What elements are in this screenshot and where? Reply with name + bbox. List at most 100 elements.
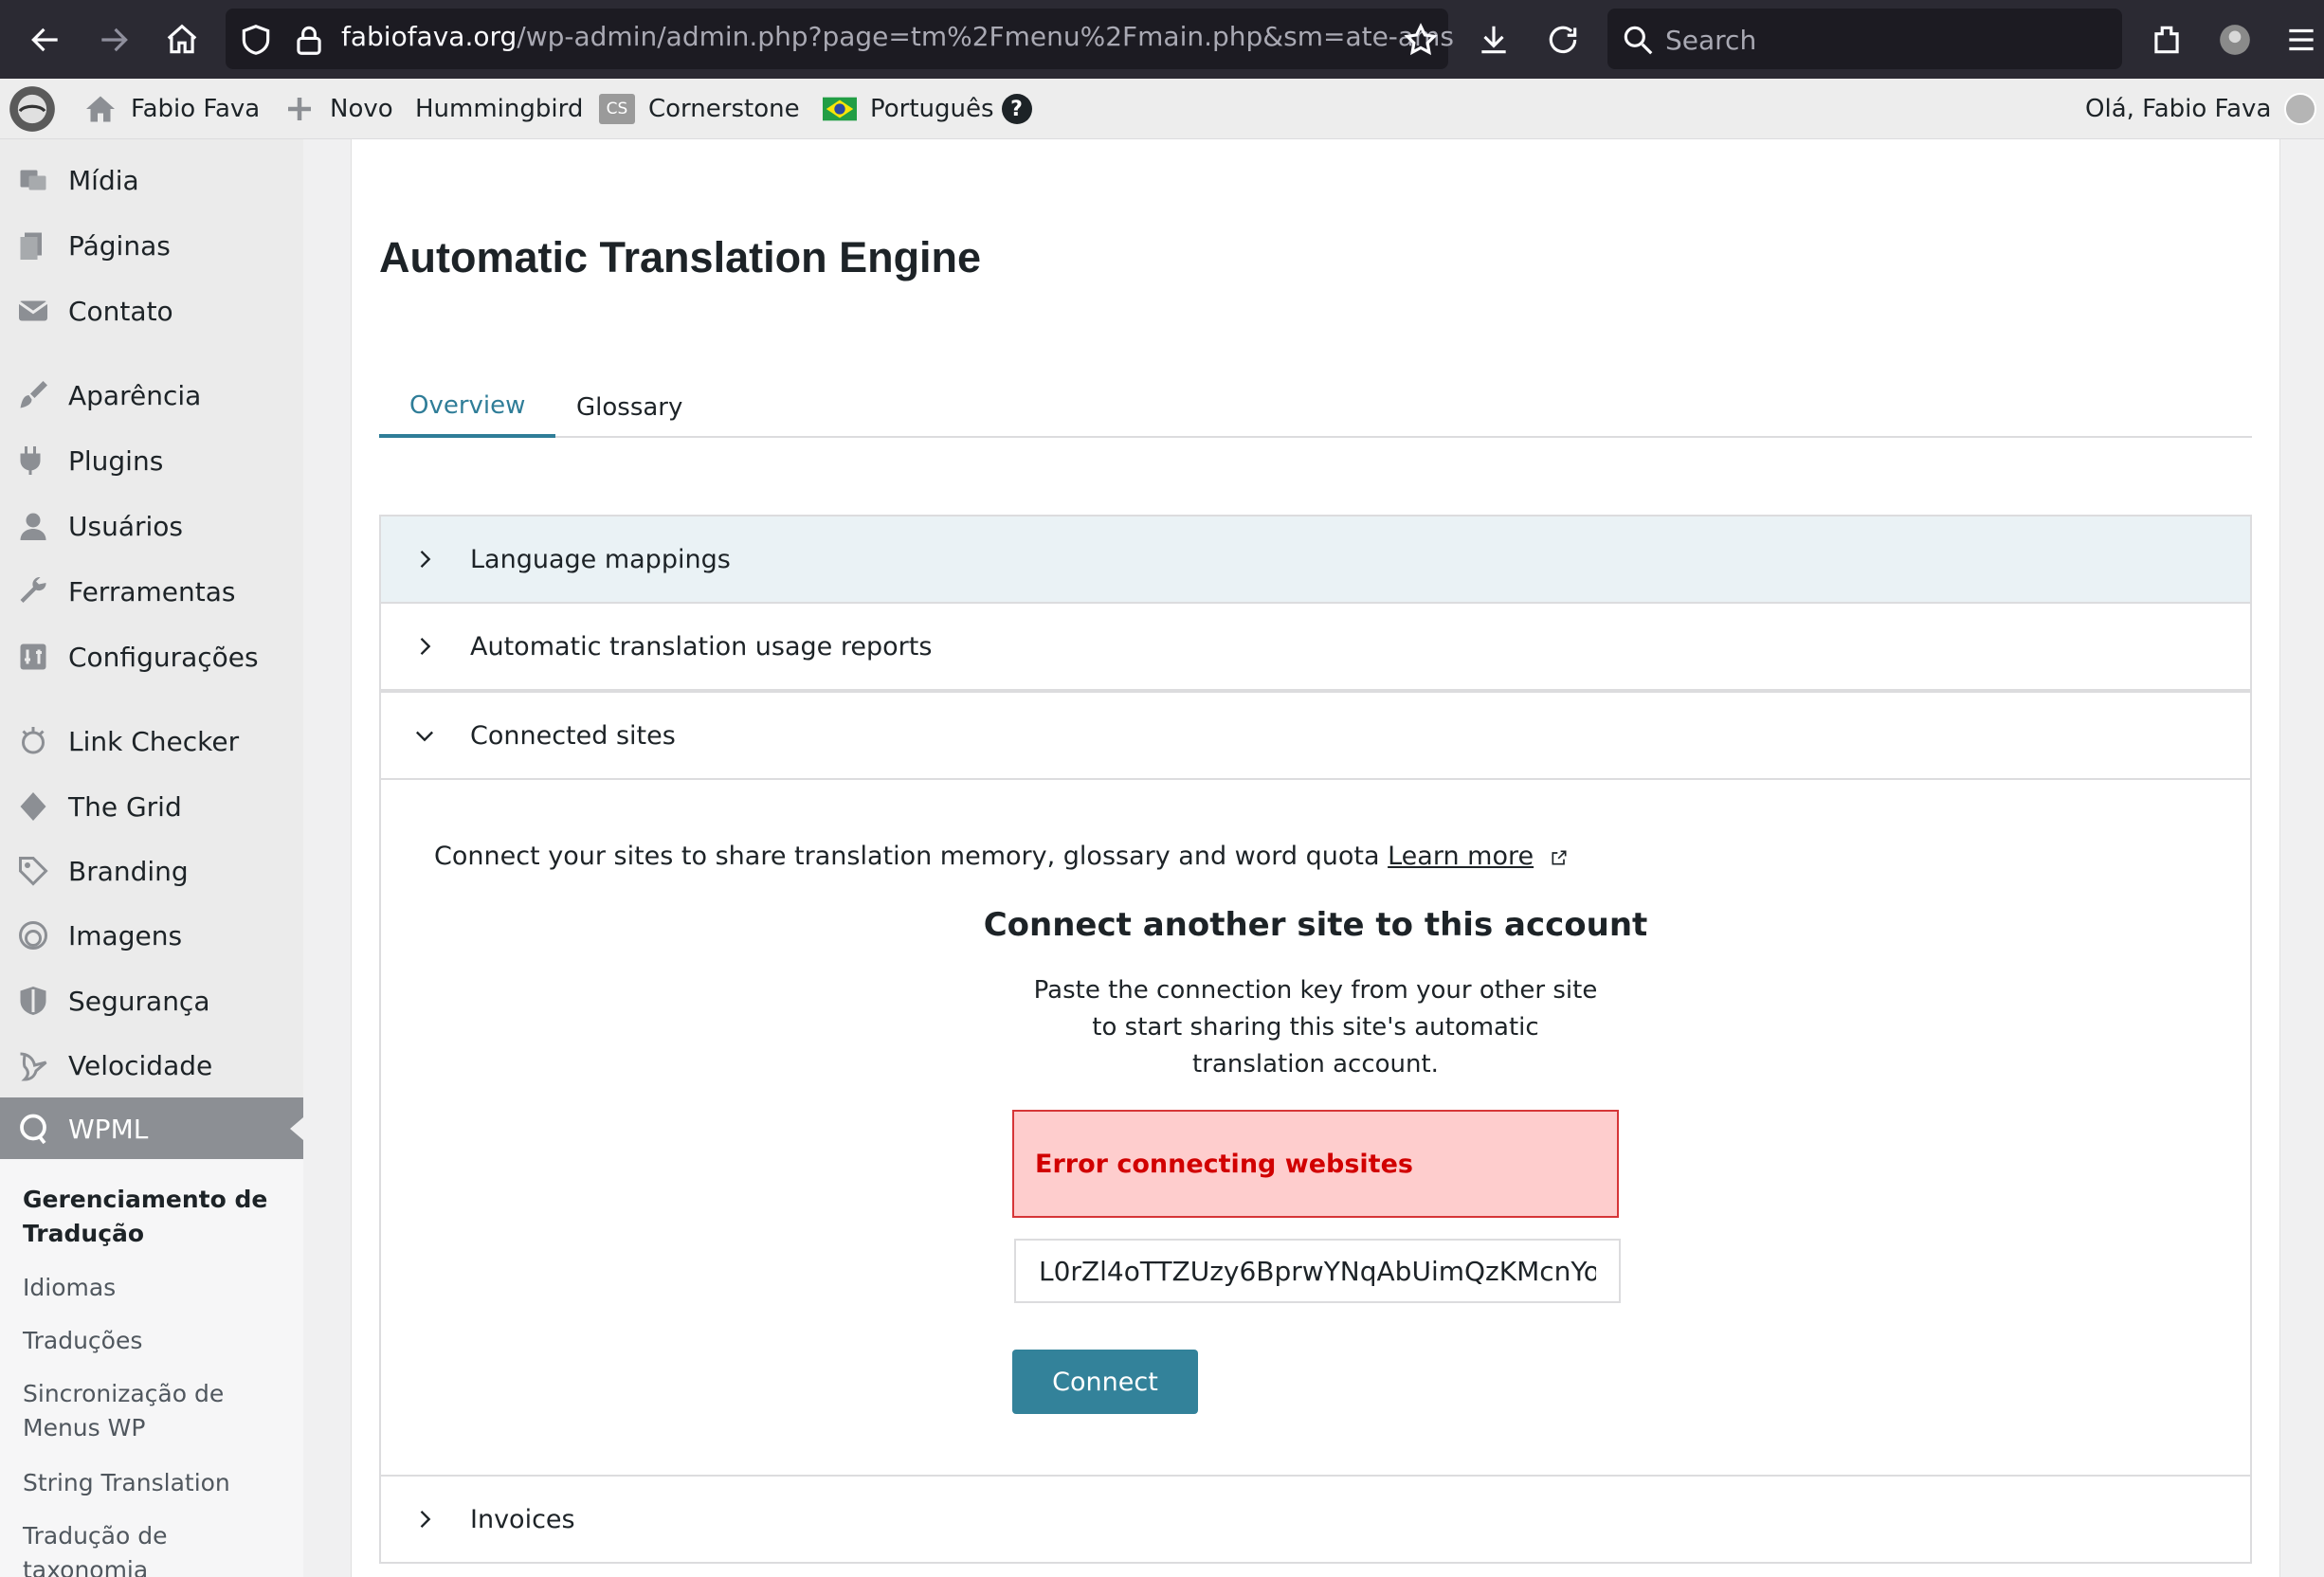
sidebar-item-imagens[interactable]: Imagens: [0, 904, 303, 967]
sidebar-item-contato[interactable]: Contato: [0, 280, 303, 342]
sidebar-item-plugins[interactable]: Plugins: [0, 429, 303, 492]
connect-description: Paste the connection key from your other…: [1033, 976, 1598, 1079]
connection-key-input[interactable]: [1014, 1239, 1621, 1303]
language-label: Português: [870, 95, 994, 123]
accordion-label: Language mappings: [470, 544, 731, 574]
home-button[interactable]: [155, 13, 209, 66]
error-text: Error connecting websites: [1035, 1149, 1413, 1179]
download-icon: [1481, 26, 1506, 54]
hummingbird-label: Hummingbird: [415, 95, 584, 123]
forward-button[interactable]: [87, 13, 140, 66]
hamburger-menu-icon: [2289, 28, 2314, 51]
admin-bar-new[interactable]: Novo: [282, 79, 393, 139]
search-placeholder: Search: [1665, 25, 1757, 56]
wp-admin-bar: Fabio Fava Novo Hummingbird CS Cornersto…: [0, 79, 2324, 139]
help-icon[interactable]: ?: [1001, 94, 1032, 124]
sidebar-item-branding[interactable]: Branding: [0, 840, 303, 902]
users-icon: [15, 508, 51, 544]
greeting: Olá, Fabio Fava: [2085, 95, 2272, 123]
sidebar-item-label: Mídia: [68, 164, 139, 196]
sidebar-item-configura-es[interactable]: Configurações: [0, 625, 303, 688]
back-button[interactable]: [19, 13, 72, 66]
plug-icon: [15, 443, 51, 479]
chevron-down-icon: [416, 731, 433, 742]
submenu-item[interactable]: Sincronização de Menus WP: [23, 1377, 288, 1445]
submenu-item[interactable]: Gerenciamento de Tradução: [23, 1183, 288, 1251]
submenu-item[interactable]: String Translation: [23, 1466, 288, 1500]
connect-heading: Connect another site to this account: [983, 906, 1648, 944]
sidebar-item-usu-rios[interactable]: Usuários: [0, 495, 303, 557]
sidebar-item-link-checker[interactable]: Link Checker: [0, 710, 303, 772]
sidebar-item-label: The Grid: [68, 790, 182, 823]
chevron-right-icon: [420, 551, 431, 568]
tracking-shield-button[interactable]: [229, 13, 282, 66]
settings-icon: [15, 639, 51, 675]
connect-button[interactable]: Connect: [1012, 1350, 1198, 1414]
brush-icon: [15, 377, 51, 413]
url-text[interactable]: fabiofava.org/wp-admin/admin.php?page=tm…: [341, 21, 1454, 52]
chevron-right-icon: [420, 1511, 431, 1528]
wrench-icon: [15, 573, 51, 609]
reload-button[interactable]: [1536, 13, 1589, 66]
accordion-invoices[interactable]: Invoices: [379, 1475, 2252, 1564]
sidebar-item-seguran-a[interactable]: Segurança: [0, 970, 303, 1032]
sidebar-item-the-grid[interactable]: The Grid: [0, 775, 303, 838]
site-name: Fabio Fava: [131, 95, 261, 123]
accordion-connected-sites[interactable]: Connected sites: [379, 691, 2252, 780]
tag-icon: [15, 853, 51, 889]
admin-bar-hummingbird[interactable]: Hummingbird: [415, 79, 583, 139]
accordion-language-mappings[interactable]: Language mappings: [379, 515, 2252, 604]
connect-intro-text: Connect your sites to share translation …: [434, 842, 1380, 871]
sidebar-item-label: Imagens: [68, 919, 183, 952]
admin-bar-cornerstone[interactable]: CS Cornerstone: [599, 79, 800, 139]
tab-glossary[interactable]: Glossary: [546, 377, 713, 438]
extensions-button[interactable]: [2140, 13, 2193, 66]
sidebar-item-apar-ncia[interactable]: Aparência: [0, 364, 303, 426]
downloads-button[interactable]: [1467, 13, 1520, 66]
house-icon: [86, 96, 115, 122]
page-title: Automatic Translation Engine: [379, 233, 982, 281]
shield-outline-icon: [242, 25, 270, 55]
sidebar-item-label: Ferramentas: [68, 575, 236, 607]
star-icon: [1404, 23, 1438, 56]
pages-icon: [15, 227, 51, 263]
sidebar-item-label: Páginas: [68, 229, 171, 262]
accordion-label: Automatic translation usage reports: [470, 631, 933, 662]
site-logo-icon: [9, 86, 55, 132]
url-host: fabiofava.org: [341, 21, 517, 52]
admin-bar-account[interactable]: Olá, Fabio Fava: [2085, 79, 2317, 139]
sidebar-item-label: Configurações: [68, 641, 259, 673]
sidebar-item-p-ginas[interactable]: Páginas: [0, 214, 303, 277]
forward-arrow-icon: [101, 27, 128, 52]
shield-icon: [15, 983, 51, 1019]
lock-icon: [297, 26, 321, 55]
sidebar-item-ferramentas[interactable]: Ferramentas: [0, 560, 303, 623]
mail-icon: [15, 293, 51, 329]
sidebar-item-m-dia[interactable]: Mídia: [0, 149, 303, 211]
external-link-icon: [1552, 850, 1567, 864]
site-security-button[interactable]: [282, 13, 336, 66]
profile-button[interactable]: [2208, 13, 2261, 66]
admin-bar-language[interactable]: Português ?: [823, 79, 1032, 139]
accordion-usage-reports[interactable]: Automatic translation usage reports: [379, 602, 2252, 691]
plus-icon: [288, 98, 311, 120]
sidebar-item-velocidade[interactable]: Velocidade: [0, 1034, 303, 1097]
wp-logo[interactable]: [8, 79, 57, 139]
home-icon: [167, 24, 197, 54]
submenu-item[interactable]: Traduções: [23, 1324, 288, 1358]
sidebar-item-wpml[interactable]: WPML: [0, 1097, 303, 1160]
sidebar-item-label: Segurança: [68, 985, 210, 1017]
admin-bar-site-link[interactable]: Fabio Fava: [83, 79, 260, 139]
tab-overview[interactable]: Overview: [379, 377, 556, 438]
submenu-item[interactable]: Tradução de taxonomia: [23, 1519, 288, 1577]
speed-icon: [15, 1047, 51, 1083]
url-path: /wp-admin/admin.php?page=tm%2Fmenu%2Fmai…: [517, 21, 1454, 52]
bookmark-button[interactable]: [1394, 13, 1447, 66]
back-arrow-icon: [31, 27, 58, 52]
new-label: Novo: [330, 95, 393, 123]
app-menu-button[interactable]: [2275, 13, 2324, 66]
submenu-item[interactable]: Idiomas: [23, 1271, 288, 1305]
sidebar-item-label: Branding: [68, 855, 189, 887]
learn-more-link[interactable]: Learn more: [1388, 842, 1534, 871]
sidebar-item-label: WPML: [68, 1113, 149, 1145]
